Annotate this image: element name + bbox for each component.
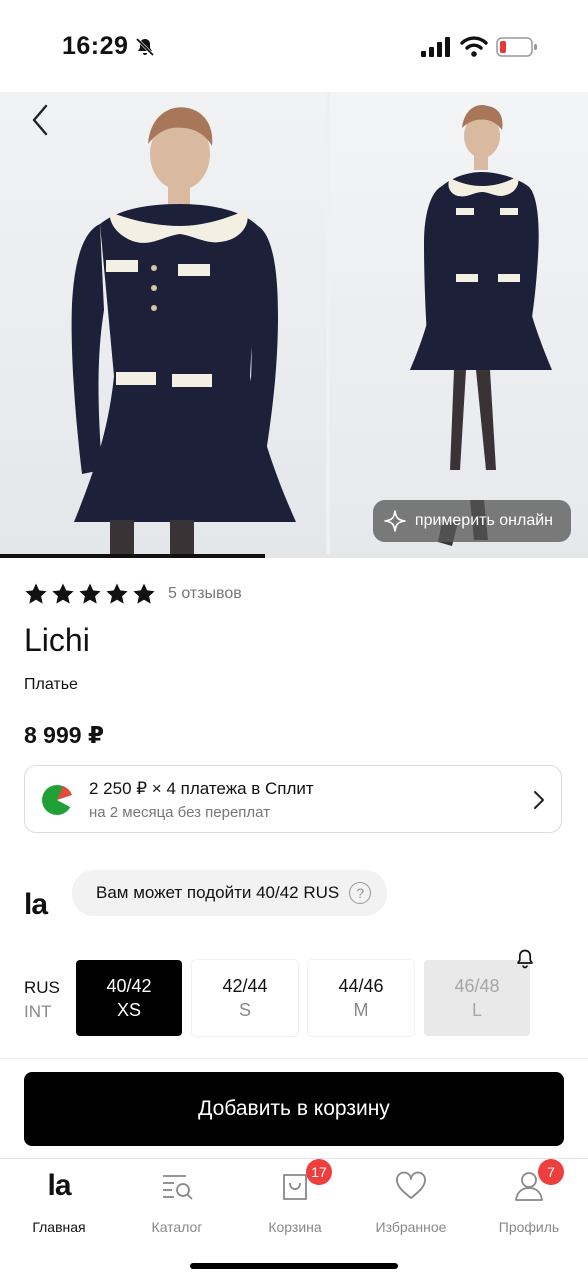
heart-icon — [396, 1171, 426, 1199]
gallery-progress — [0, 554, 588, 558]
size-option[interactable]: 44/46 M — [308, 960, 414, 1036]
product-photo-full[interactable] — [330, 92, 588, 558]
size-advice-text: Вам может подойти 40/42 RUS — [96, 883, 340, 902]
size-system-primary: RUS — [24, 978, 60, 997]
try-on-label: примерить онлайн — [414, 512, 553, 529]
product-photo-front[interactable] — [0, 92, 326, 558]
size-rus: 40/42 — [106, 976, 152, 996]
gallery-progress-fill — [0, 554, 265, 558]
model-full-illustration — [410, 104, 552, 546]
tab-profile[interactable]: 7 Профиль — [470, 1159, 588, 1235]
divider — [0, 1058, 588, 1059]
status-bar: 16:29 — [0, 0, 588, 92]
product-gallery[interactable]: примерить онлайн — [0, 92, 588, 558]
tab-label: Профиль — [498, 1219, 560, 1235]
split-logo-icon — [42, 785, 73, 815]
product-brand[interactable]: Lichi — [24, 622, 90, 659]
star-icon — [106, 583, 128, 604]
split-line-1: 2 250 ₽ × 4 платежа в Сплит — [89, 779, 314, 798]
back-chevron-icon[interactable] — [26, 100, 56, 140]
size-option[interactable]: 46/48 L — [424, 960, 530, 1036]
help-icon[interactable]: ? — [349, 882, 372, 904]
tab-cart[interactable]: 17 Корзина — [236, 1159, 354, 1235]
size-system-secondary: INT — [24, 1002, 52, 1021]
home-indicator — [190, 1263, 398, 1269]
notify-bell-icon[interactable] — [514, 948, 536, 970]
size-rus: 44/46 — [338, 976, 384, 996]
wifi-icon — [460, 36, 488, 57]
tab-catalog[interactable]: Каталог — [118, 1167, 236, 1235]
battery-low-icon — [496, 37, 537, 57]
tab-home[interactable]: la Главная — [0, 1167, 118, 1235]
tab-favorites[interactable]: Избранное — [352, 1167, 470, 1235]
bell-muted-icon — [135, 37, 155, 57]
size-rus: 46/48 — [454, 976, 500, 996]
reviews-count[interactable]: 5 отзывов — [168, 585, 242, 603]
catalog-search-icon — [163, 1175, 193, 1200]
status-time: 16:29 — [62, 32, 129, 60]
rating-row[interactable]: 5 отзывов — [24, 582, 242, 606]
size-rus: 42/44 — [222, 976, 268, 996]
la-logo-icon: la — [24, 888, 48, 921]
sparkle-icon — [384, 510, 406, 532]
product-type: Платье — [24, 676, 78, 693]
model-front-illustration — [71, 107, 296, 558]
size-int: M — [353, 1000, 369, 1020]
profile-badge: 7 — [538, 1159, 564, 1185]
star-icon — [25, 583, 47, 604]
star-icon — [52, 583, 74, 604]
cart-badge: 17 — [306, 1159, 332, 1185]
tab-label: Избранное — [375, 1219, 447, 1235]
tab-label: Главная — [32, 1219, 86, 1235]
product-price: 8 999 ₽ — [24, 722, 104, 748]
chevron-right-icon — [534, 791, 544, 809]
rating-stars — [24, 582, 156, 606]
size-option[interactable]: 42/44 S — [192, 960, 298, 1036]
tab-label: Каталог — [151, 1219, 203, 1235]
size-selector: RUS INT 40/42 XS 42/44 S 44/46 M 46/48 L — [0, 949, 588, 1038]
cellular-signal-icon — [421, 37, 450, 57]
size-int: L — [471, 1000, 482, 1020]
size-int: XS — [116, 1000, 141, 1020]
size-advice-bubble[interactable]: Вам может подойти 40/42 RUS ? — [72, 870, 388, 916]
star-icon — [133, 583, 155, 604]
star-icon — [79, 583, 101, 604]
split-line-2: на 2 месяца без переплат — [89, 804, 271, 821]
size-option[interactable]: 40/42 XS — [76, 960, 182, 1036]
size-int: S — [238, 1000, 251, 1020]
try-on-button[interactable]: примерить онлайн — [372, 500, 571, 542]
split-payment-card[interactable]: 2 250 ₽ × 4 платежа в Сплит на 2 месяца … — [24, 765, 562, 833]
bottom-tab-bar: la Главная Каталог 17 Корзина Избранное … — [0, 1158, 588, 1281]
size-system-label[interactable]: RUS INT — [24, 976, 60, 1024]
add-to-cart-button[interactable]: Добавить в корзину — [24, 1072, 564, 1146]
tab-label: Корзина — [268, 1219, 322, 1235]
la-logo-icon: la — [47, 1169, 71, 1202]
